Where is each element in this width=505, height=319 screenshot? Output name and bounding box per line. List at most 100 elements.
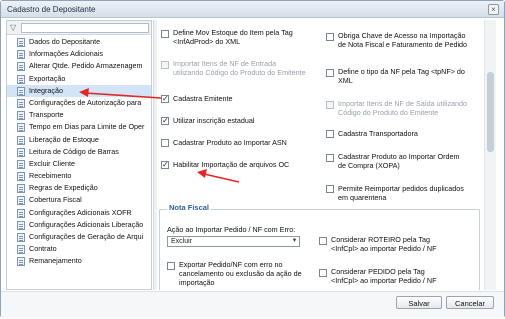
sidebar-item-integracao[interactable]: Integração (7, 84, 151, 97)
dialog-window: Cadastro de Depositante × ▽ Dados do Dep… (0, 0, 505, 318)
acao-importar-value: Excluir (171, 238, 193, 245)
sidebar-item-liberacao-de-estoque[interactable]: Liberação de Estoque (7, 134, 151, 146)
content-scrollbar[interactable] (484, 20, 496, 290)
splitter-handle[interactable] (153, 20, 157, 290)
sidebar-item-label: Cobertura Fiscal (29, 195, 82, 205)
sidebar-item-dados-do-depositante[interactable]: Dados do Depositante (7, 36, 151, 48)
sidebar-item-label: Regras de Expedição (29, 183, 98, 193)
cadastra-transportadora-checkbox[interactable] (326, 130, 334, 138)
sidebar-item-label: Exportação (29, 73, 66, 83)
sidebar-item-label: Contrato (29, 244, 57, 254)
sidebar-item-label: Configurações de Autorização para (29, 97, 142, 107)
importar-itens-entrada-label-2: utilizando Código do Produto do Emitente (173, 68, 306, 77)
sidebar-search-input[interactable] (21, 23, 149, 33)
sidebar-item-label: Configurações de Geração de Arqui (29, 232, 144, 241)
define-mov-estoque-checkbox[interactable] (161, 30, 169, 38)
save-button[interactable]: Salvar (396, 296, 442, 309)
sidebar-nav-list: Dados do Depositante Informações Adicion… (7, 36, 151, 268)
acao-importar-select[interactable]: Excluir ▼ (167, 236, 300, 247)
sidebar-item-alterar-qtde-pedido[interactable]: Alterar Qtde. Pedido Armazenagem (7, 60, 151, 72)
filter-icon[interactable]: ▽ (10, 23, 19, 32)
document-icon (17, 50, 25, 60)
utilizar-inscricao-checkbox[interactable] (161, 117, 169, 125)
sidebar-item-label: Alterar Qtde. Pedido Armazenagem (29, 61, 143, 71)
habilitar-importacao-oc-checkbox[interactable] (161, 161, 169, 169)
sidebar-item-config-adicionais-liberacao[interactable]: Configurações Adicionais Liberação (7, 219, 151, 231)
exportar-pedido-label-3: importação (179, 278, 215, 287)
sidebar-item-excluir-cliente[interactable]: Excluir Cliente (7, 158, 151, 170)
document-icon (17, 123, 25, 133)
sidebar-item-leitura-codigo-barras[interactable]: Leitura de Código de Barras (7, 146, 151, 158)
permite-reimportar-checkbox[interactable] (326, 185, 334, 193)
sidebar-item-config-adicionais-xofr[interactable]: Configurações Adicionais XOFR (7, 207, 151, 219)
obriga-chave-acesso-label-2: de Nota Fiscal e Faturamento de Pedido (338, 40, 468, 49)
sidebar-item-label: Excluir Cliente (29, 158, 75, 168)
document-icon (17, 111, 25, 121)
sidebar-item-label: Liberação de Estoque (29, 134, 99, 144)
sidebar-item-exportacao[interactable]: Exportação (7, 73, 151, 85)
obriga-chave-acesso-label-1: Obriga Chave de Acesso na Importação (338, 31, 466, 40)
nota-fiscal-legend: Nota Fiscal (167, 203, 212, 212)
define-mov-estoque-label-2: <InfAdProd> do XML (173, 37, 241, 46)
sidebar-item-label: Configurações Adicionais XOFR (29, 207, 132, 217)
acao-importar-label: Ação ao Importar Pedido / NF com Erro: (167, 225, 296, 234)
considerar-roteiro-label-2: <InfCpl> ao importar Pedido / NF (331, 244, 437, 253)
habilitar-importacao-oc-label: Habilitar Importação de arquivos OC (173, 160, 290, 169)
considerar-roteiro-checkbox[interactable] (319, 237, 327, 245)
sidebar-item-remanejamento[interactable]: Remanejamento (7, 255, 151, 267)
sidebar-item-contrato[interactable]: Contrato (7, 243, 151, 255)
document-icon (17, 184, 25, 194)
importar-itens-saida-checkbox[interactable] (326, 101, 334, 109)
define-tipo-nf-label-2: XML (338, 76, 353, 85)
cadastrar-produto-xopa-checkbox[interactable] (326, 154, 334, 162)
define-tipo-nf-checkbox[interactable] (326, 69, 334, 77)
cadastrar-produto-xopa-label-2: de Compra (XOPA) (338, 161, 400, 170)
document-icon (17, 233, 25, 242)
sidebar-item-regras-de-expedicao[interactable]: Regras de Expedição (7, 182, 151, 194)
cadastrar-produto-asn-label: Cadastrar Produto ao Importar ASN (173, 138, 287, 147)
considerar-pedido-checkbox[interactable] (319, 269, 327, 277)
close-icon[interactable]: × (488, 4, 499, 15)
sidebar-item-tempo-em-dias[interactable]: Tempo em Dias para Limite de Oper (7, 121, 151, 133)
sidebar-item-label: Leitura de Código de Barras (29, 146, 119, 156)
dialog-title: Cadastro de Depositante (7, 5, 96, 14)
cancel-button[interactable]: Cancelar (446, 296, 494, 309)
sidebar-item-informacoes-adicionais[interactable]: Informações Adicionais (7, 48, 151, 60)
exportar-pedido-label-2: cancelamento ou exclusão da ação de (179, 269, 302, 278)
document-icon (17, 196, 25, 206)
cadastra-emitente-checkbox[interactable] (161, 95, 169, 103)
exportar-pedido-checkbox[interactable] (167, 262, 175, 270)
document-icon (17, 257, 25, 267)
document-icon (17, 98, 25, 108)
chevron-down-icon[interactable]: ▼ (290, 237, 299, 246)
document-icon (17, 245, 25, 255)
sidebar-item-configuracoes-autorizacao[interactable]: Configurações de Autorização para (7, 97, 151, 109)
sidebar-item-label: Remanejamento (29, 256, 82, 266)
importar-itens-entrada-label-1: Importar Itens de NF de Entrada (173, 59, 277, 68)
importar-itens-saida-label-1: Importar Itens de NF de Saída utilizando (338, 99, 468, 108)
sidebar-item-recebimento[interactable]: Recebimento (7, 170, 151, 182)
dialog-footer: Salvar Cancelar (1, 291, 504, 318)
cadastrar-produto-xopa-label-1: Cadastrar Produto ao Importar Ordem (338, 152, 460, 161)
document-icon (17, 208, 25, 218)
sidebar-item-cobertura-fiscal[interactable]: Cobertura Fiscal (7, 194, 151, 206)
document-icon (17, 38, 25, 47)
sidebar-item-config-geracao-arquivo[interactable]: Configurações de Geração de Arqui (7, 231, 151, 243)
define-mov-estoque-label-1: Define Mov Estoque do Item pela Tag (173, 28, 293, 37)
scrollbar-thumb[interactable] (487, 72, 494, 152)
document-icon (17, 86, 25, 96)
document-icon (17, 220, 25, 230)
considerar-pedido-label-1: Considerar PEDIDO pela Tag (331, 267, 425, 276)
title-bar[interactable]: Cadastro de Depositante × (1, 1, 504, 18)
document-icon (17, 159, 25, 169)
define-tipo-nf-label-1: Define o tipo da NF pela Tag <tpNF> do (338, 67, 465, 76)
obriga-chave-acesso-checkbox[interactable] (326, 33, 334, 41)
cadastrar-produto-asn-checkbox[interactable] (161, 139, 169, 147)
cadastra-emitente-label: Cadastra Emitente (173, 94, 233, 103)
utilizar-inscricao-label: Utilizar inscrição estadual (173, 116, 255, 125)
importar-itens-entrada-checkbox[interactable] (161, 61, 169, 69)
sidebar-item-transporte[interactable]: Transporte (7, 109, 151, 121)
document-icon (17, 172, 25, 182)
document-icon (17, 62, 25, 72)
permite-reimportar-label-2: em quarentena (338, 193, 387, 202)
